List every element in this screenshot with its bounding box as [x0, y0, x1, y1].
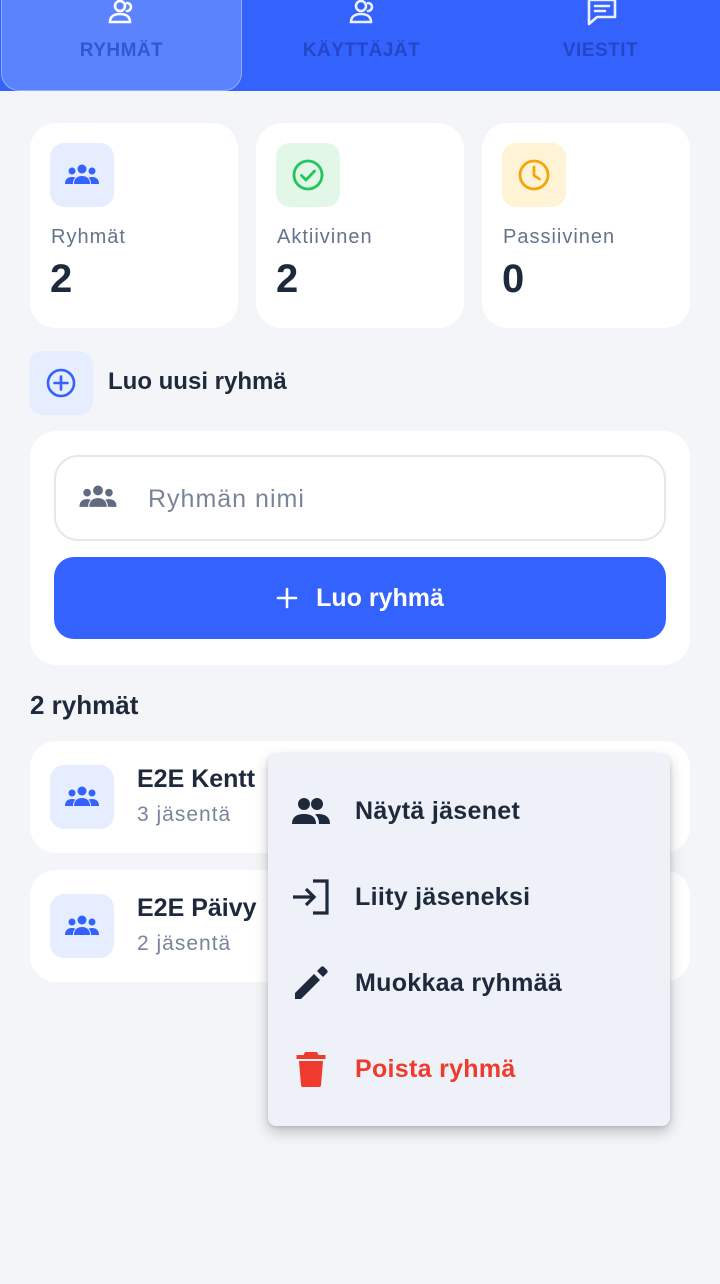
- group-name-input[interactable]: [148, 477, 648, 521]
- stat-value: 2: [276, 257, 299, 301]
- user-group-icon: [349, 0, 374, 24]
- tab-label: VIESTIT: [562, 40, 639, 61]
- group-context-menu: Näytä jäsenet Liity jäseneksi Muokkaa ry…: [268, 754, 670, 1126]
- tab-ryhmat[interactable]: RYHMÄT: [1, 0, 242, 91]
- stat-icon-box: [276, 143, 340, 207]
- people-icon: [291, 791, 331, 831]
- create-group-button[interactable]: Luo ryhmä: [54, 557, 666, 639]
- menu-item-delete-group[interactable]: Poista ryhmä: [268, 1026, 670, 1112]
- groups-icon: [65, 915, 99, 935]
- stat-label: Passiivinen: [503, 226, 616, 248]
- group-name-field[interactable]: [54, 455, 666, 541]
- groups-icon: [79, 485, 117, 507]
- menu-item-show-members[interactable]: Näytä jäsenet: [268, 768, 670, 854]
- plus-icon: [276, 587, 298, 609]
- group-icon-box: [50, 894, 114, 958]
- stat-label: Ryhmät: [51, 226, 126, 248]
- users-icon: [108, 0, 133, 24]
- stat-icon-box: [502, 143, 566, 207]
- menu-item-label: Poista ryhmä: [355, 1054, 516, 1083]
- groups-icon: [65, 786, 99, 806]
- check-circle-icon: [292, 159, 324, 191]
- menu-item-label: Liity jäseneksi: [355, 882, 531, 911]
- stat-label: Aktiivinen: [277, 226, 373, 248]
- clock-icon: [518, 159, 550, 191]
- create-button-label: Luo ryhmä: [316, 583, 444, 612]
- stat-value: 0: [502, 257, 525, 301]
- stat-value: 2: [50, 257, 73, 301]
- stat-card-active: Aktiivinen 2: [256, 123, 464, 328]
- section-title: Luo uusi ryhmä: [108, 368, 287, 395]
- login-icon: [291, 877, 331, 917]
- tab-label: KÄYTTÄJÄT: [302, 40, 421, 61]
- menu-item-label: Näytä jäsenet: [355, 796, 521, 825]
- message-icon: [587, 0, 617, 26]
- group-member-count: 2 jäsentä: [137, 932, 232, 955]
- tab-viestit[interactable]: VIESTIT: [481, 0, 720, 91]
- stat-card-groups: Ryhmät 2: [30, 123, 238, 328]
- menu-item-label: Muokkaa ryhmää: [355, 968, 563, 997]
- tab-kayttajat[interactable]: KÄYTTÄJÄT: [242, 0, 481, 91]
- groups-icon: [65, 164, 99, 184]
- menu-item-join-group[interactable]: Liity jäseneksi: [268, 854, 670, 940]
- stat-icon-box: [50, 143, 114, 207]
- group-list-heading: 2 ryhmät: [30, 690, 139, 720]
- create-icon-box: [29, 351, 93, 415]
- group-icon-box: [50, 765, 114, 829]
- menu-item-edit-group[interactable]: Muokkaa ryhmää: [268, 940, 670, 1026]
- group-name: E2E Päivy: [137, 894, 257, 922]
- group-name: E2E Kentt: [137, 765, 256, 793]
- stat-card-passive: Passiivinen 0: [482, 123, 690, 328]
- tab-label: RYHMÄT: [79, 40, 164, 61]
- top-tab-bar: RYHMÄT KÄYTTÄJÄT VIESTIT: [0, 0, 720, 91]
- group-member-count: 3 jäsentä: [137, 803, 232, 826]
- create-group-card: Luo ryhmä: [30, 431, 690, 665]
- plus-circle-icon: [46, 368, 76, 398]
- pencil-icon: [291, 963, 331, 1003]
- trash-icon: [291, 1049, 331, 1089]
